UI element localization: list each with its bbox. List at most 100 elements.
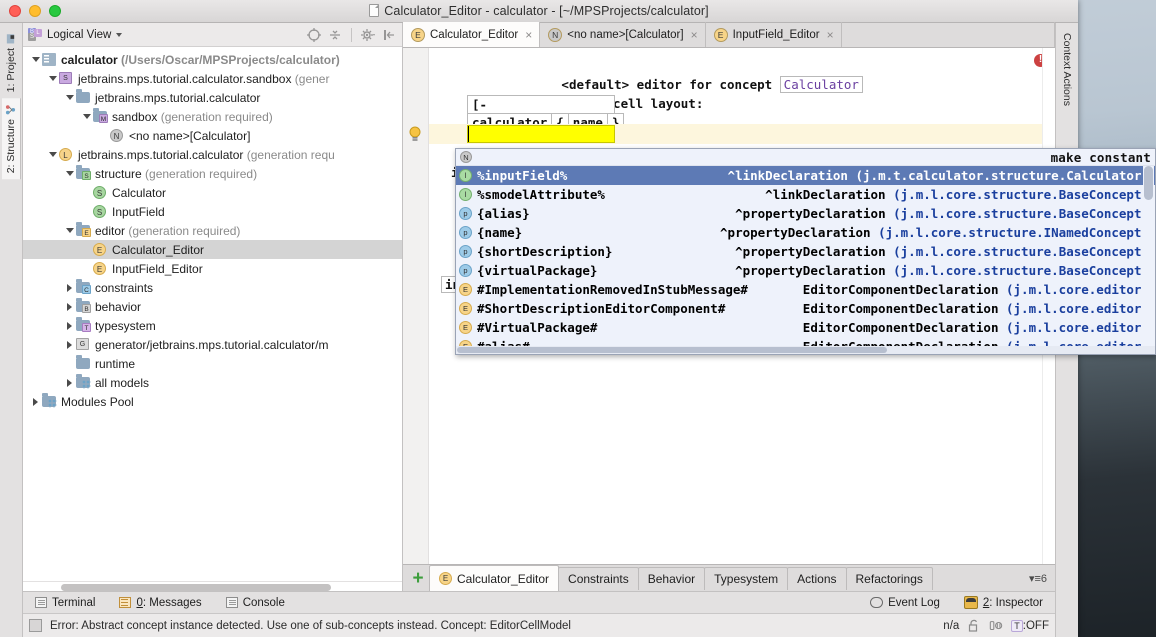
concept-reference-cell[interactable]: Calculator: [780, 76, 863, 93]
tree-row[interactable]: EInputField_Editor: [23, 259, 402, 278]
aspect-tab[interactable]: ECalculator_Editor: [429, 565, 559, 591]
completion-item[interactable]: l%inputField%^linkDeclaration (j.m.t.cal…: [456, 166, 1155, 185]
editor-tab[interactable]: N<no name>[Calculator]×: [540, 22, 705, 47]
tree-row[interactable]: Ljetbrains.mps.tutorial.calculator (gene…: [23, 145, 402, 164]
tree-row[interactable]: Eeditor (generation required): [23, 221, 402, 240]
completion-item[interactable]: p{shortDescription}^propertyDeclaration …: [456, 242, 1155, 261]
tree-row[interactable]: ECalculator_Editor: [23, 240, 402, 259]
tree-expander[interactable]: [63, 322, 76, 330]
tree-expander[interactable]: [63, 303, 76, 311]
power-plug-icon[interactable]: [989, 619, 1003, 633]
completion-item[interactable]: E#ImplementationRemovedInStubMessage#Edi…: [456, 280, 1155, 299]
tree-expander[interactable]: [63, 171, 76, 176]
logical-view-label[interactable]: Logical View: [47, 29, 111, 41]
chevron-right-icon[interactable]: [33, 398, 38, 406]
aspect-tab[interactable]: Actions: [787, 567, 846, 590]
project-tree[interactable]: calculator (/Users/Oscar/MPSProjects/cal…: [23, 47, 402, 581]
chevron-down-icon[interactable]: [83, 114, 91, 119]
caret-toggle[interactable]: T:OFF: [1011, 620, 1049, 632]
tree-row[interactable]: Cconstraints: [23, 278, 402, 297]
chevron-right-icon[interactable]: [67, 284, 72, 292]
tree-row[interactable]: all models: [23, 373, 402, 392]
tree-row[interactable]: SInputField: [23, 202, 402, 221]
collection-cell[interactable]: [-: [467, 95, 615, 114]
completion-item[interactable]: E#VirtualPackage#EditorComponentDeclarat…: [456, 318, 1155, 337]
completion-item[interactable]: p{alias}^propertyDeclaration (j.m.l.core…: [456, 204, 1155, 223]
intention-bulb-icon[interactable]: [408, 126, 422, 142]
chevron-right-icon[interactable]: [67, 322, 72, 330]
tree-row[interactable]: Ttypesystem: [23, 316, 402, 335]
completion-vertical-scrollbar[interactable]: [1143, 166, 1154, 346]
aspect-tabs-menu[interactable]: ▾≡6: [1029, 572, 1055, 585]
unlock-icon[interactable]: [967, 619, 981, 633]
traffic-lights[interactable]: [0, 5, 61, 17]
scrollbar-thumb[interactable]: [61, 584, 331, 591]
completion-item[interactable]: p{name}^propertyDeclaration (j.m.l.core.…: [456, 223, 1155, 242]
sidebar-item-project[interactable]: 1: Project: [2, 27, 20, 98]
aspect-tab[interactable]: Behavior: [638, 567, 705, 590]
tree-expander[interactable]: [46, 76, 59, 81]
tree-row[interactable]: jetbrains.mps.tutorial.calculator: [23, 88, 402, 107]
status-square-icon[interactable]: [29, 619, 42, 632]
tree-row[interactable]: SCalculator: [23, 183, 402, 202]
tree-row[interactable]: runtime: [23, 354, 402, 373]
tree-expander[interactable]: [63, 228, 76, 233]
aspect-tab[interactable]: Refactorings: [846, 567, 933, 590]
tree-row[interactable]: calculator (/Users/Oscar/MPSProjects/cal…: [23, 50, 402, 69]
tree-expander[interactable]: [29, 57, 42, 62]
aspect-tab[interactable]: Typesystem: [704, 567, 788, 590]
scrollbar-thumb[interactable]: [1144, 166, 1153, 200]
tree-row[interactable]: Ggenerator/jetbrains.mps.tutorial.calcul…: [23, 335, 402, 354]
sidebar-item-structure[interactable]: 2: Structure: [2, 98, 21, 179]
completion-item[interactable]: E#ShortDescriptionEditorComponent#Editor…: [456, 299, 1155, 318]
close-icon[interactable]: ×: [827, 28, 834, 42]
completion-list[interactable]: l%inputField%^linkDeclaration (j.m.t.cal…: [456, 166, 1155, 355]
chevron-down-icon[interactable]: [66, 171, 74, 176]
editor-gutter[interactable]: [403, 48, 429, 564]
tree-row[interactable]: Sjetbrains.mps.tutorial.calculator.sandb…: [23, 69, 402, 88]
chevron-down-icon[interactable]: [49, 76, 57, 81]
tree-expander[interactable]: [29, 398, 42, 406]
minimize-window-button[interactable]: [29, 5, 41, 17]
chevron-down-icon[interactable]: [66, 228, 74, 233]
tree-expander[interactable]: [80, 114, 93, 119]
chevron-down-icon[interactable]: [32, 57, 40, 62]
scrollbar-thumb[interactable]: [457, 347, 887, 353]
chevron-down-icon[interactable]: [116, 33, 122, 37]
tree-expander[interactable]: [63, 284, 76, 292]
gear-icon[interactable]: [360, 27, 376, 43]
completion-horizontal-scrollbar[interactable]: [456, 346, 1155, 354]
close-window-button[interactable]: [9, 5, 21, 17]
tool-window-terminal[interactable]: Terminal: [23, 597, 107, 609]
tool-window-inspector[interactable]: 2: Inspector: [952, 596, 1055, 609]
tool-window-messages[interactable]: 0: Messages: [107, 597, 213, 609]
chevron-right-icon[interactable]: [67, 341, 72, 349]
aspect-tab[interactable]: Constraints: [558, 567, 639, 590]
tree-expander[interactable]: [46, 152, 59, 157]
empty-cell-editing[interactable]: [467, 125, 615, 143]
completion-popup[interactable]: N make constant l%inputField%^linkDeclar…: [455, 148, 1156, 355]
hide-panel-icon[interactable]: [381, 27, 397, 43]
expand-collapse-icon[interactable]: [327, 27, 343, 43]
tool-window-console[interactable]: Console: [214, 597, 297, 609]
tree-expander[interactable]: [63, 95, 76, 100]
tree-row[interactable]: Msandbox (generation required): [23, 107, 402, 126]
tree-row[interactable]: N<no name>[Calculator]: [23, 126, 402, 145]
tree-row[interactable]: Bbehavior: [23, 297, 402, 316]
completion-item[interactable]: l%smodelAttribute%^linkDeclaration (j.m.…: [456, 185, 1155, 204]
close-icon[interactable]: ×: [691, 28, 698, 42]
chevron-right-icon[interactable]: [67, 303, 72, 311]
tree-expander[interactable]: [63, 341, 76, 349]
tree-expander[interactable]: [63, 379, 76, 387]
close-icon[interactable]: ×: [525, 28, 532, 42]
editor-tab[interactable]: EInputField_Editor×: [706, 22, 842, 47]
chevron-down-icon[interactable]: [49, 152, 57, 157]
chevron-down-icon[interactable]: [66, 95, 74, 100]
tool-window-event-log[interactable]: Event Log: [858, 597, 952, 609]
tree-row[interactable]: Sstructure (generation required): [23, 164, 402, 183]
tree-row[interactable]: Modules Pool: [23, 392, 402, 411]
add-aspect-button[interactable]: +: [407, 569, 429, 588]
sidebar-item-context-actions[interactable]: Context Actions: [1058, 27, 1076, 112]
completion-item[interactable]: p{virtualPackage}^propertyDeclaration (j…: [456, 261, 1155, 280]
locate-icon[interactable]: [306, 27, 322, 43]
